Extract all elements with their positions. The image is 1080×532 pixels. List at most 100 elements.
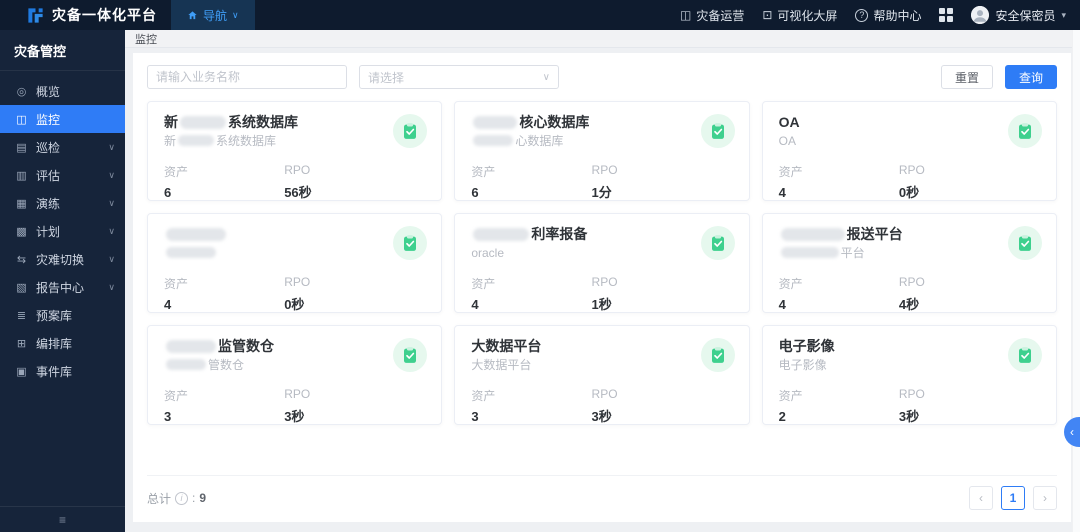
card-subtitle-text: 心数据库 <box>515 134 564 148</box>
sidebar: 灾备管控 ◎ 概览 ◫ 监控 ▤ 巡检 ∨ ▥ 评估 ∨ ▦ 演练 ∨ ▩ 计划… <box>0 30 125 532</box>
card-grid: 新系统数据库 新系统数据库 资产 6 RPO 56秒 核心数据库 心数据库 资产… <box>147 101 1057 425</box>
sidebar-item-event-library[interactable]: ▣ 事件库 <box>0 357 125 385</box>
card-subtitle: 管数仓 <box>164 358 425 372</box>
asset-value: 4 <box>778 297 786 312</box>
redacted-text <box>780 247 839 258</box>
card-title: 新 系统数据库 <box>164 114 425 131</box>
chevron-right-icon: › <box>1043 491 1047 505</box>
asset-value: 4 <box>164 297 172 312</box>
sidebar-item-plan-library[interactable]: ≣ 预案库 <box>0 301 125 329</box>
sidebar-item-monitor[interactable]: ◫ 监控 <box>0 105 125 133</box>
select-placeholder: 请选择 <box>368 70 405 85</box>
business-card[interactable]: 报送平台 平台 资产 4 RPO 4秒 <box>761 213 1057 313</box>
clipboard-check-icon <box>711 235 724 251</box>
sidebar-collapse-button[interactable]: ≡ <box>0 506 125 532</box>
redacted-text <box>178 135 215 146</box>
rpo-value: 56秒 <box>284 185 312 200</box>
apps-grid-icon[interactable] <box>939 8 954 22</box>
topbar-link-label: 帮助中心 <box>873 8 922 23</box>
clipboard-check-icon <box>711 347 724 363</box>
card-subtitle-text: 管数仓 <box>208 358 245 372</box>
card-title-text: 大数据平台 <box>471 338 542 354</box>
card-title: 核心数据库 <box>471 114 732 131</box>
business-card[interactable]: 利率报备 oracle 资产 4 RPO 1秒 <box>454 213 750 313</box>
asset-stat: 资产 2 <box>779 387 899 425</box>
redacted-text <box>780 228 845 241</box>
rpo-label: RPO <box>591 387 618 401</box>
card-subtitle: oracle <box>471 246 732 260</box>
topbar-link-label: 灾备运营 <box>696 8 745 23</box>
asset-label: 资产 <box>471 389 496 403</box>
topbar-link-label: 可视化大屏 <box>777 8 838 23</box>
topbar: 灾备一体化平台 导航 ∨ ◫ 灾备运营 ⊡ 可视化大屏 ? 帮助中心 安全保密员… <box>0 0 1080 30</box>
sidebar-item-orchestration-library[interactable]: ⊞ 编排库 <box>0 329 125 357</box>
clipboard-check-icon <box>404 235 417 251</box>
sidebar-item-report-center[interactable]: ▧ 报告中心 ∨ <box>0 273 125 301</box>
overview-icon: ◎ <box>16 85 27 98</box>
asset-label: 资产 <box>164 389 189 403</box>
topbar-right: ◫ 灾备运营 ⊡ 可视化大屏 ? 帮助中心 安全保密员 ▾ <box>680 6 1080 24</box>
filter-select[interactable]: 请选择 ∨ <box>359 65 559 89</box>
redacted-text <box>473 228 530 241</box>
topbar-link-help[interactable]: ? 帮助中心 <box>855 7 921 24</box>
rpo-label: RPO <box>898 387 925 401</box>
total-value: 9 <box>199 491 207 505</box>
sidebar-item-plan[interactable]: ▩ 计划 ∨ <box>0 217 125 245</box>
rpo-stat: RPO 3秒 <box>284 387 404 425</box>
business-card[interactable]: 核心数据库 心数据库 资产 6 RPO 1分 <box>454 101 750 201</box>
report-center-icon: ▧ <box>16 281 27 294</box>
rpo-stat: RPO 3秒 <box>592 387 712 425</box>
inspection-icon: ▤ <box>16 141 27 154</box>
card-subtitle-text: 系统数据库 <box>216 134 277 148</box>
business-card[interactable]: 大数据平台 大数据平台 资产 3 RPO 3秒 <box>454 325 750 425</box>
topbar-link-big-screen[interactable]: ⊡ 可视化大屏 <box>762 7 837 24</box>
asset-label: 资产 <box>471 165 496 179</box>
rpo-value: 0秒 <box>898 185 920 200</box>
business-card[interactable]: 监管数仓 管数仓 资产 3 RPO 3秒 <box>147 325 443 425</box>
user-menu[interactable]: 安全保密员 ▾ <box>971 6 1066 24</box>
user-name: 安全保密员 <box>995 8 1056 23</box>
business-card[interactable]: OA OA 资产 4 RPO 0秒 <box>761 101 1057 201</box>
business-card[interactable]: 资产 4 RPO 0秒 <box>147 213 443 313</box>
card-title <box>164 226 425 243</box>
sidebar-item-drill[interactable]: ▦ 演练 ∨ <box>0 189 125 217</box>
next-page-button[interactable]: › <box>1033 486 1057 510</box>
tab-monitoring[interactable]: 监控 <box>125 31 167 47</box>
sidebar-item-switchover[interactable]: ⇆ 灾难切换 ∨ <box>0 245 125 273</box>
asset-value: 6 <box>471 185 479 200</box>
card-title: 大数据平台 <box>471 338 732 355</box>
rpo-label: RPO <box>898 163 925 177</box>
card-title-text: 利率报备 <box>531 226 588 242</box>
rpo-label: RPO <box>591 163 618 177</box>
chevron-down-icon: ∨ <box>542 71 550 83</box>
rpo-label: RPO <box>898 275 925 289</box>
sidebar-item-inspection[interactable]: ▤ 巡检 ∨ <box>0 133 125 161</box>
asset-value: 3 <box>471 409 479 424</box>
rpo-stat: RPO 1分 <box>592 163 712 201</box>
big-screen-icon: ⊡ <box>762 8 773 22</box>
redacted-text <box>166 359 206 370</box>
redacted-text <box>473 116 518 129</box>
query-button[interactable]: 查询 <box>1004 65 1057 89</box>
status-badge <box>700 114 735 148</box>
sidebar-item-evaluation[interactable]: ▥ 评估 ∨ <box>0 161 125 189</box>
page-number-button[interactable]: 1 <box>1001 486 1025 510</box>
sidebar-item-overview[interactable]: ◎ 概览 <box>0 77 125 105</box>
clipboard-check-icon <box>1019 123 1031 139</box>
card-stats: 资产 6 RPO 1分 <box>471 163 732 201</box>
card-subtitle-text: 电子影像 <box>778 358 827 372</box>
prev-page-button[interactable]: ‹ <box>969 486 993 510</box>
business-card[interactable]: 电子影像 电子影像 资产 2 RPO 3秒 <box>761 325 1057 425</box>
asset-label: 资产 <box>471 277 496 291</box>
business-name-input[interactable] <box>147 65 347 89</box>
reset-button[interactable]: 重置 <box>940 65 993 89</box>
total-colon: : <box>192 491 196 505</box>
sidebar-item-label: 演练 <box>36 196 61 211</box>
topbar-link-ops-monitor[interactable]: ◫ 灾备运营 <box>680 7 744 24</box>
chevron-down-icon: ∨ <box>232 9 239 20</box>
rpo-value: 1秒 <box>591 297 612 312</box>
nav-menu-button[interactable]: 导航 ∨ <box>171 0 255 30</box>
business-card[interactable]: 新系统数据库 新系统数据库 资产 6 RPO 56秒 <box>147 101 443 201</box>
asset-value: 4 <box>778 185 786 200</box>
event-library-icon: ▣ <box>16 365 27 378</box>
